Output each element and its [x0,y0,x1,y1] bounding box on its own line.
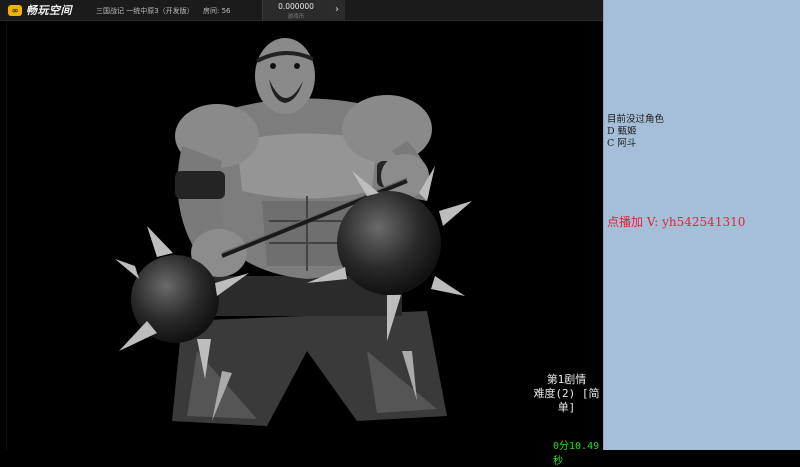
role-heading: 目前没过角色 [607,114,665,125]
role-list: 目前没过角色 D 甄姬 C 阿斗 [607,114,664,150]
promo-text: 点播加 V: yh542541310 [607,215,746,229]
game-screen[interactable]: 第1剧情 难度(2) [简单] 0分10.49秒 [6,21,604,467]
chevron-right-icon[interactable]: › [329,0,345,20]
game-timer: 0分10.49秒 [553,441,600,467]
warrior-artwork [115,38,472,426]
side-panel: 目前没过角色 D 甄姬 C 阿斗 点播加 V: yh542541310 [603,0,800,450]
role-item: C 阿斗 [607,138,637,149]
difficulty: 难度(2) [简单] [533,387,600,414]
story-chapter: 第1剧情 [546,373,587,386]
story-info: 第1剧情 难度(2) [简单] [529,373,604,415]
game-title: 三国战记 一统中原3（开发版） [96,7,194,15]
logo-text: 畅玩空间 [26,4,72,17]
role-item: D 甄姬 [607,126,637,137]
room-number: 房间: 56 [203,7,231,15]
top-bar: ∞ 畅玩空间 三国战记 一统中原3（开发版） 房间: 56 0.000000 游… [0,0,603,21]
logo[interactable]: ∞ 畅玩空间 [8,3,72,17]
coin-label: 游戏币 [287,14,305,20]
coin-balance[interactable]: 0.000000 游戏币 [262,0,330,20]
logo-icon: ∞ [8,4,22,16]
coin-value: 0.000000 [278,2,314,11]
